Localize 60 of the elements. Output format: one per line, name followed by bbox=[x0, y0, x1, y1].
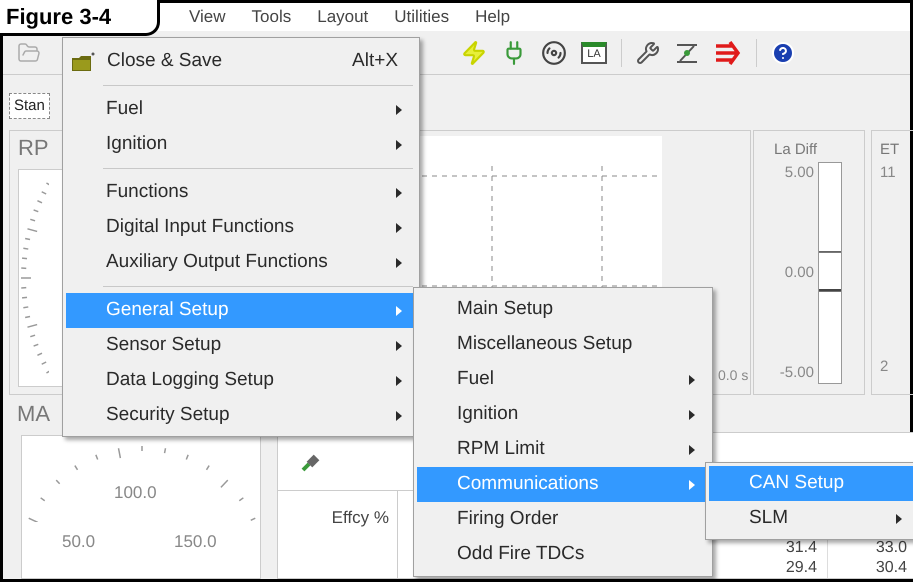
submenu-arrow-icon bbox=[396, 410, 402, 420]
submenu-arrow-icon bbox=[396, 222, 402, 232]
help-icon[interactable] bbox=[771, 40, 795, 64]
scale-label: 2 bbox=[880, 356, 890, 376]
table-cell: 29.4 bbox=[738, 558, 828, 578]
menu-bar-item[interactable]: Layout bbox=[317, 4, 368, 30]
submenu-arrow-icon bbox=[396, 140, 402, 150]
menu-item[interactable]: SLM bbox=[709, 501, 913, 536]
menu-item[interactable]: Main Setup bbox=[417, 292, 709, 327]
scale-label: 0.00 bbox=[784, 262, 814, 282]
submenu-arrow-icon bbox=[689, 410, 695, 420]
wrench-icon[interactable] bbox=[636, 40, 660, 64]
menu-bar-item[interactable]: Utilities bbox=[394, 4, 450, 30]
menu-item[interactable]: Ignition bbox=[417, 397, 709, 432]
submenu-arrow-icon bbox=[689, 480, 695, 490]
menu-bar-item[interactable]: Tools bbox=[252, 4, 292, 30]
folder-icon bbox=[71, 52, 95, 72]
menu-item[interactable]: Miscellaneous Setup bbox=[417, 327, 709, 362]
menu-item[interactable]: RPM Limit bbox=[417, 432, 709, 467]
menu-item[interactable]: Close & Save Alt+X bbox=[66, 44, 416, 79]
menu-item[interactable]: Security Setup bbox=[66, 398, 416, 433]
menu-item[interactable]: Auxiliary Output Functions bbox=[66, 245, 416, 280]
submenu-arrow-icon bbox=[396, 104, 402, 114]
menu-item[interactable]: Firing Order bbox=[417, 502, 709, 537]
panel-title: RP bbox=[18, 137, 49, 159]
submenu-arrow-icon bbox=[689, 444, 695, 454]
menu-item[interactable]: Functions bbox=[66, 175, 416, 210]
disc-icon[interactable] bbox=[541, 40, 567, 66]
menu-item[interactable]: Digital Input Functions bbox=[66, 210, 416, 245]
menu-item[interactable]: Odd Fire TDCs bbox=[417, 537, 709, 572]
time-label: 0.0 s bbox=[718, 366, 748, 385]
menu-item[interactable]: Fuel bbox=[417, 362, 709, 397]
meter-title: La Diff bbox=[774, 140, 818, 160]
gauge-label: 100.0 bbox=[114, 482, 157, 504]
triple-arrow-icon[interactable] bbox=[714, 40, 742, 64]
panel-title: MA bbox=[17, 403, 50, 425]
submenu-arrow-icon bbox=[396, 188, 402, 198]
table-cell: 30.4 bbox=[828, 558, 913, 578]
menu-item[interactable]: Ignition bbox=[66, 127, 416, 162]
submenu-arrow-icon bbox=[396, 340, 402, 350]
submenu-arrow-icon bbox=[896, 514, 902, 524]
figure-label: Figure 3-4 bbox=[0, 0, 160, 36]
tab[interactable]: Stan bbox=[9, 93, 50, 119]
submenu-arrow-icon bbox=[396, 376, 402, 386]
gauge-label: 50.0 bbox=[62, 531, 96, 553]
scale-label: 5.00 bbox=[784, 162, 814, 182]
menu-bar-item[interactable]: View bbox=[189, 4, 226, 30]
menu-item[interactable]: Sensor Setup bbox=[66, 328, 416, 363]
menu-bar-item[interactable]: Help bbox=[475, 4, 510, 30]
menu-item[interactable]: Data Logging Setup bbox=[66, 363, 416, 398]
scale-label: 11 bbox=[880, 163, 897, 184]
submenu-arrow-icon bbox=[396, 258, 402, 268]
scale-label: -5.00 bbox=[780, 362, 814, 382]
submenu-arrow-icon bbox=[689, 374, 695, 384]
la-button[interactable]: LA bbox=[581, 42, 607, 64]
gauge-label: 150.0 bbox=[174, 531, 217, 553]
menu-item[interactable]: Fuel bbox=[66, 92, 416, 127]
row-header: Effcy % bbox=[332, 507, 389, 529]
submenu-arrow-icon bbox=[396, 306, 402, 316]
meter-title: ET bbox=[880, 140, 900, 160]
